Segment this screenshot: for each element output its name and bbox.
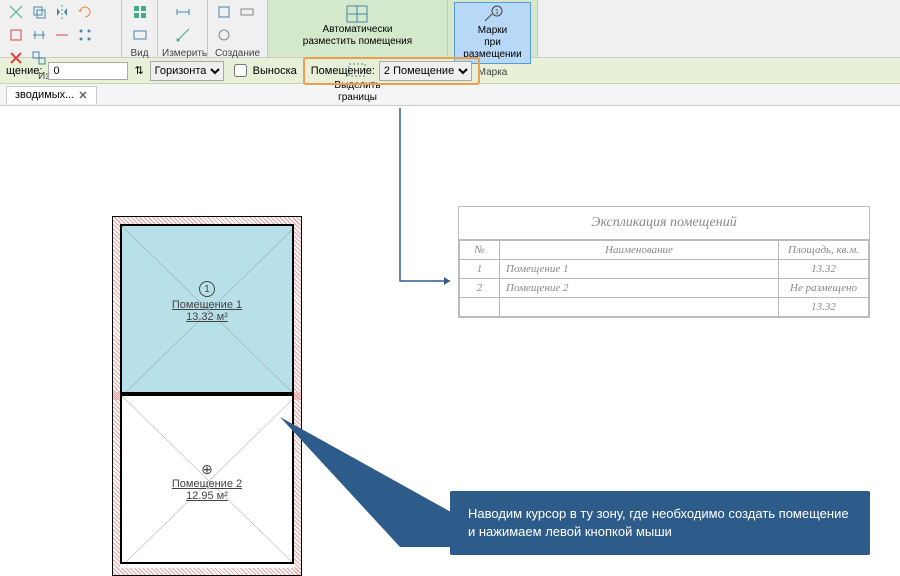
offset-icon[interactable] bbox=[6, 25, 26, 45]
offset-spinner-icon[interactable]: ⇅ bbox=[134, 64, 143, 77]
auto-place-label: Автоматически разместить помещения bbox=[303, 24, 412, 48]
room-2-area: 12.95 м² bbox=[186, 490, 228, 502]
room-tag-1: 1 bbox=[199, 281, 215, 297]
create-icon-1[interactable] bbox=[214, 2, 234, 22]
callout-text: Наводим курсор в ту зону, где необходимо… bbox=[468, 506, 849, 539]
view-tab[interactable]: зводимых... ✕ bbox=[6, 86, 97, 104]
ribbon-group-modify: Изменить bbox=[0, 0, 122, 57]
schedule-table: № Наименование Площадь, кв.м. 1 Помещени… bbox=[459, 240, 869, 317]
view-icon-2[interactable] bbox=[130, 25, 150, 45]
schedule-header-area: Площадь, кв.м. bbox=[779, 241, 869, 260]
table-row: 2 Помещение 2 Не размещено bbox=[460, 279, 869, 298]
tab-bar: зводимых... ✕ bbox=[0, 84, 900, 106]
view-icon-1[interactable] bbox=[130, 2, 150, 22]
floor-plan: 1 Помещение 1 13.32 м² ⊕ Помещение 2 12.… bbox=[112, 216, 302, 576]
close-icon[interactable]: ✕ bbox=[78, 89, 87, 102]
dimension-icon[interactable] bbox=[173, 2, 193, 22]
tag-on-placement-button[interactable]: 1 Марки при размещении bbox=[454, 2, 531, 64]
tab-label: зводимых... bbox=[15, 89, 74, 101]
ribbon: Изменить Вид Измерить Создание Автоматич… bbox=[0, 0, 900, 58]
room-1-area: 13.32 м² bbox=[186, 311, 228, 323]
ribbon-label-view: Вид bbox=[122, 47, 157, 60]
tag-label: Марки при размещении bbox=[461, 25, 524, 61]
room-1-name: Помещение 1 bbox=[172, 299, 242, 311]
room-selector-highlight: Помещение: 2 Помещение bbox=[303, 57, 480, 85]
table-row: 1 Помещение 1 13.32 bbox=[460, 260, 869, 279]
leader-label: Выноска bbox=[253, 65, 297, 77]
ribbon-label-create: Создание bbox=[208, 47, 267, 60]
room-2-name: Помещение 2 bbox=[172, 478, 242, 490]
room-schedule: Экспликация помещений № Наименование Пло… bbox=[458, 206, 870, 318]
ribbon-group-measure: Измерить bbox=[158, 0, 208, 57]
leader-checkbox-wrap[interactable]: Выноска bbox=[230, 61, 297, 80]
room-label: Помещение: bbox=[311, 65, 375, 77]
table-row-total: 13.32 bbox=[460, 298, 869, 317]
room-2[interactable]: ⊕ Помещение 2 12.95 м² bbox=[120, 394, 294, 564]
schedule-header-name: Наименование bbox=[500, 241, 779, 260]
rotate-icon[interactable] bbox=[75, 2, 95, 22]
create-icon-2[interactable] bbox=[237, 2, 257, 22]
measure-icon[interactable] bbox=[173, 25, 193, 45]
leader-checkbox[interactable] bbox=[234, 64, 247, 77]
room-1[interactable]: 1 Помещение 1 13.32 м² bbox=[120, 224, 294, 394]
svg-text:1: 1 bbox=[495, 9, 499, 16]
schedule-title: Экспликация помещений bbox=[459, 207, 869, 240]
ribbon-group-create: Создание bbox=[208, 0, 268, 57]
auto-place-rooms-button[interactable]: Автоматически разместить помещения bbox=[297, 2, 418, 50]
trim-icon[interactable] bbox=[52, 25, 72, 45]
ribbon-group-room: Автоматически разместить помещения Выдел… bbox=[268, 0, 448, 57]
options-bar: щение: ⇅ Горизонта Выноска Помещение: 2 … bbox=[0, 58, 900, 84]
offset-label: щение: bbox=[6, 65, 42, 77]
instruction-callout: Наводим курсор в ту зону, где необходимо… bbox=[450, 491, 870, 555]
ribbon-group-tag: 1 Марки при размещении Марка bbox=[448, 0, 538, 57]
orientation-select[interactable]: Горизонта bbox=[150, 61, 224, 81]
ribbon-label-measure: Измерить bbox=[158, 47, 207, 60]
drawing-canvas[interactable]: 1 Помещение 1 13.32 м² ⊕ Помещение 2 12.… bbox=[0, 106, 900, 567]
schedule-header-num: № bbox=[460, 241, 500, 260]
mirror-icon[interactable] bbox=[52, 2, 72, 22]
ribbon-group-view: Вид bbox=[122, 0, 158, 57]
create-icon-3[interactable] bbox=[214, 25, 234, 45]
copy-icon[interactable] bbox=[29, 2, 49, 22]
cut-icon[interactable] bbox=[6, 2, 26, 22]
room-select[interactable]: 2 Помещение bbox=[379, 61, 472, 81]
align-icon[interactable] bbox=[29, 25, 49, 45]
offset-input[interactable] bbox=[48, 62, 128, 80]
array-icon[interactable] bbox=[75, 25, 95, 45]
